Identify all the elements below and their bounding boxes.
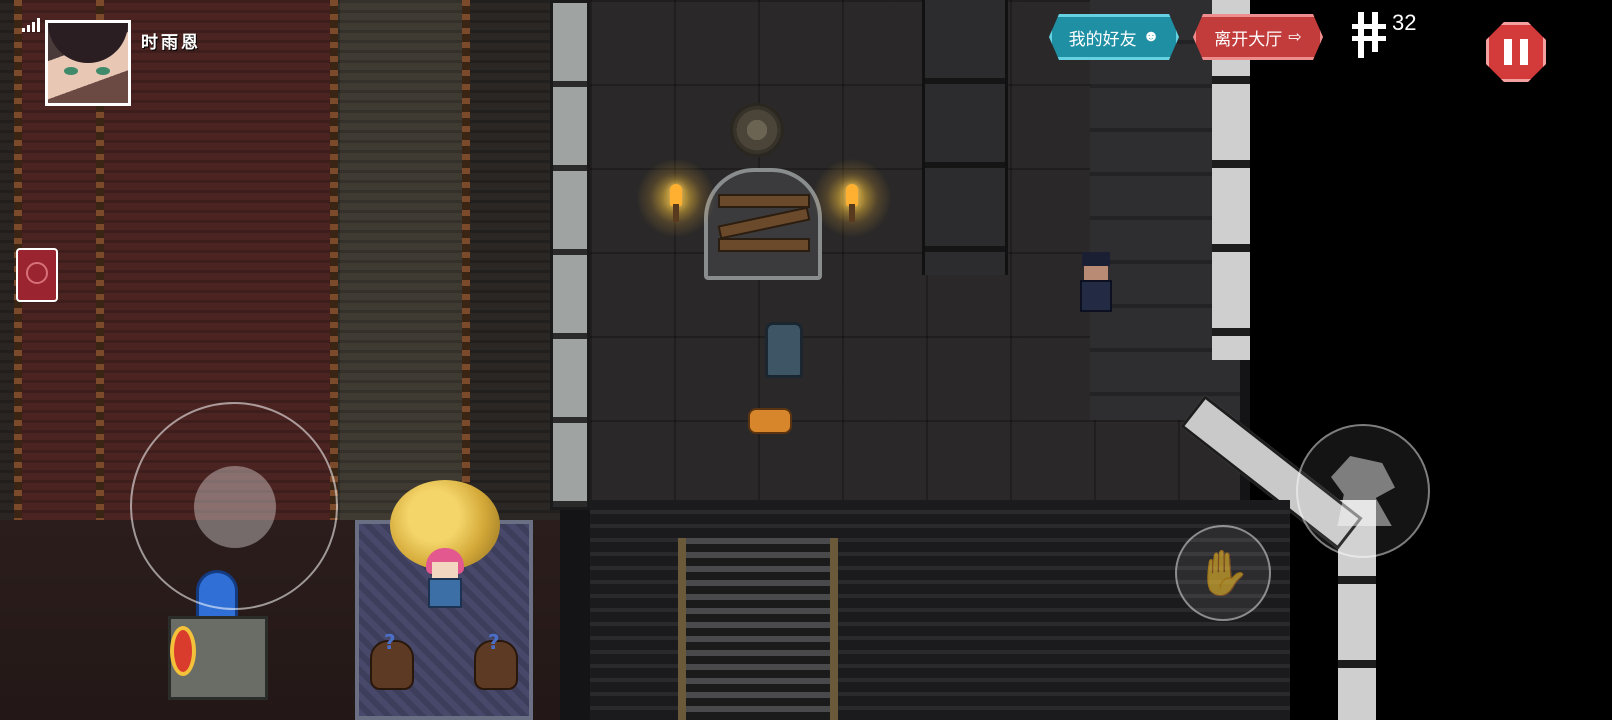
carpet-trim-right [462, 0, 470, 520]
hero-face [432, 562, 458, 578]
mystery-sack[interactable]: ? [474, 630, 518, 690]
attack-button[interactable] [1296, 424, 1430, 558]
leave-button-label: 离开大厅 [1214, 29, 1283, 49]
virtual-joystick[interactable] [130, 402, 338, 610]
hero-body [428, 578, 462, 608]
carpet-trim [330, 0, 338, 520]
torch-stick [849, 204, 855, 222]
flame-icon [846, 184, 858, 206]
boarded-door[interactable] [704, 168, 822, 280]
officer-face [1084, 266, 1108, 280]
door-plank [718, 194, 810, 208]
question-mark-icon: ? [488, 630, 500, 654]
exit-arrow-icon: ⇨ [1288, 29, 1302, 46]
torch-stick [673, 204, 679, 222]
player-avatar[interactable] [45, 20, 131, 106]
target-shield-icon [170, 626, 196, 676]
wall-torch-right [812, 158, 892, 238]
flame-icon [670, 184, 682, 206]
npc-hooded-cat[interactable] [765, 322, 803, 378]
officer-hat [1082, 252, 1110, 266]
player-name: 时雨恩 [141, 33, 201, 53]
weapon-icon [1331, 456, 1395, 526]
interact-button[interactable]: ✋ [1175, 525, 1271, 621]
card-emblem [26, 262, 48, 284]
mystery-sack[interactable]: ? [370, 630, 414, 690]
leave-lobby-button[interactable]: 离开大厅 ⇨ [1193, 14, 1323, 60]
avatar-hair [48, 23, 128, 63]
pause-icon [1504, 39, 1512, 65]
gear-emblem-icon [730, 103, 784, 157]
officer-body [1080, 280, 1112, 312]
npc-officer[interactable] [1076, 252, 1116, 314]
avatar-eye [96, 67, 110, 75]
currency-display: 32 [1352, 10, 1416, 58]
stairs-down[interactable] [678, 538, 838, 720]
signal-bars-icon [22, 18, 44, 32]
player-character [422, 548, 468, 612]
dark-stone-pillar [922, 0, 1008, 275]
coin-icon [1352, 10, 1388, 58]
joystick-knob[interactable] [194, 466, 276, 548]
void-area [1250, 0, 1612, 720]
pet-corgi[interactable] [748, 408, 792, 434]
door-plank [717, 206, 811, 240]
hand-icon: ✋ [1195, 548, 1251, 599]
door-plank [718, 238, 810, 252]
game-scene: ? ? [0, 0, 1612, 720]
wall-torch-left [636, 158, 716, 238]
stone-pillar-wall [550, 0, 590, 510]
friends-button[interactable]: 我的好友 ☻ [1049, 14, 1179, 60]
avatar-eye [64, 67, 78, 75]
red-card-icon[interactable] [16, 248, 58, 302]
friends-button-label: 我的好友 [1068, 29, 1137, 49]
question-mark-icon: ? [384, 630, 396, 654]
pause-button[interactable] [1486, 22, 1546, 82]
pause-icon [1520, 39, 1528, 65]
coin-count: 32 [1392, 10, 1417, 35]
friends-icon: ☻ [1142, 28, 1160, 45]
